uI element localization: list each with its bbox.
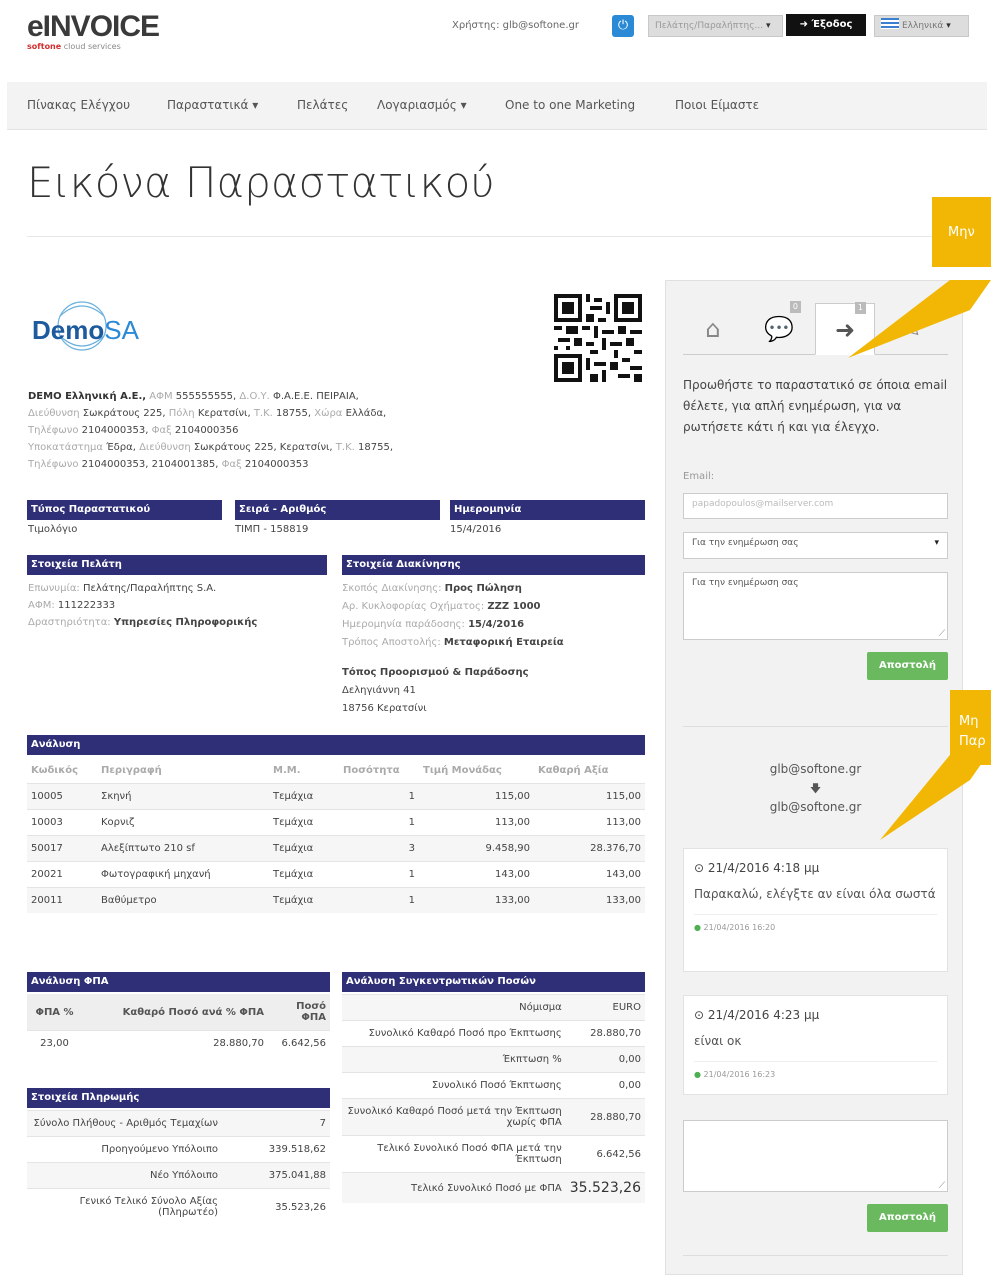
power-icon[interactable]: ⏻ <box>612 15 634 37</box>
shipping-details: Σκοπός Διακίνησης: Προς Πώληση Αρ. Κυκλο… <box>342 583 564 714</box>
message-time: ⊙ 21/4/2016 4:23 μμ <box>694 1008 820 1022</box>
company-details: DEMO Ελληνική Α.Ε., ΑΦΜ 555555555, Δ.Ο.Υ… <box>28 388 548 473</box>
table-row: 20021 Φωτογραφική μηχανή Τεμάχια 1 143,00 143… <box>27 861 645 888</box>
items-table: Κωδικός Περιγραφή Μ.Μ. Ποσότητα Τιμή Μον… <box>27 758 645 913</box>
callout-box-2: Μη Παρ <box>950 690 991 765</box>
nav-item-documents[interactable]: Παραστατικά ▾ <box>167 98 258 112</box>
message-seen: ● 21/04/2016 16:23 <box>694 1061 937 1079</box>
comments-icon: 💬 <box>764 315 794 343</box>
doc-date-header: Ημερομηνία <box>450 500 645 520</box>
company-line-4: Υποκατάστημα Έδρα, Διεύθυνση Σωκράτους 2… <box>28 442 394 453</box>
callout-box-2-line2: Παρ <box>959 734 986 749</box>
items-table-header: Κωδικός Περιγραφή Μ.Μ. Ποσότητα Τιμή Μον… <box>31 765 609 776</box>
table-row: 50017 Αλεξίπτωτο 210 sf Τεμάχια 3 9.458,90 28… <box>27 835 645 862</box>
doc-date-value: 15/4/2016 <box>450 524 502 535</box>
panel-divider <box>683 1255 948 1256</box>
company-logo-sa: SA <box>104 315 139 345</box>
payment-table: Σύνολο Πλήθους - Αριθμός Τεμαχίων 7 Προηγ… <box>27 1110 330 1225</box>
doc-series-value: ΤΙΜΠ - 158819 <box>235 524 309 535</box>
analysis-header: Ανάλυση <box>27 735 645 755</box>
payment-header: Στοιχεία Πληρωμής <box>27 1088 330 1108</box>
doc-type-value: Τιμολόγιο <box>28 524 78 535</box>
home-icon: ⌂ <box>705 315 721 343</box>
eye-icon: ● <box>694 923 701 932</box>
message-time: ⊙ 21/4/2016 4:18 μμ <box>694 861 820 875</box>
callout-box-2-line1: Μη <box>959 714 979 729</box>
nav-item-marketing[interactable]: One to one Marketing <box>505 98 635 112</box>
tab-comments[interactable]: 💬 0 <box>749 301 809 355</box>
app-logo[interactable]: eINVOICE <box>27 10 160 44</box>
totals-header: Ανάλυση Συγκεντρωτικών Ποσών <box>342 972 645 992</box>
comments-badge: 0 <box>789 301 801 313</box>
shipping-header: Στοιχεία Διακίνησης <box>342 555 645 575</box>
reply-textarea[interactable]: ⟋ <box>683 1120 948 1192</box>
email-placeholder: papadopoulos@mailserver.com <box>692 499 834 509</box>
qr-code <box>554 294 642 382</box>
nav-item-customers[interactable]: Πελάτες <box>297 98 348 112</box>
message-seen: ● 21/04/2016 16:20 <box>694 914 937 932</box>
main-nav: Πίνακας Ελέγχου Παραστατικά ▾ Πελάτες Λο… <box>7 82 987 130</box>
nav-item-about[interactable]: Ποιοι Είμαστε <box>675 98 759 112</box>
tab-home[interactable]: ⌂ <box>683 303 743 355</box>
eye-icon: ● <box>694 1070 701 1079</box>
message-card: ⊙ 21/4/2016 4:23 μμ είναι οκ ● 21/04/201… <box>683 995 948 1095</box>
title-divider <box>27 236 982 237</box>
table-row: 10003 Κορνιζ Τεμάχια 1 113,00 113,00 <box>27 809 645 836</box>
company-line-5: Τηλέφωνο 2104000353, 2104001385, Φαξ 210… <box>28 459 309 470</box>
clock-icon: ⊙ <box>694 1008 705 1022</box>
chevron-down-icon: ▾ <box>766 21 771 31</box>
totals-table: Νόμισμα EURO Συνολικό Καθαρό Ποσό προ Έκπ… <box>342 994 645 1203</box>
callout-pointers <box>848 280 991 840</box>
clock-icon: ⊙ <box>694 861 705 875</box>
company-line-1: DEMO Ελληνική Α.Ε., ΑΦΜ 555555555, Δ.Ο.Υ… <box>28 391 359 402</box>
vat-table: ΦΠΑ % Καθαρό Ποσό ανά % ΦΠΑ Ποσό ΦΠΑ 23,… <box>27 994 330 1056</box>
doc-series-header: Σειρά - Αριθμός <box>235 500 440 520</box>
company-logo-demo: Demo <box>32 315 105 345</box>
chevron-down-icon: ▾ <box>946 21 951 31</box>
company-logo-text: DemoSA <box>32 315 139 346</box>
current-user-label: Χρήστης: glb@softone.gr <box>452 20 579 31</box>
email-label: Email: <box>683 471 715 482</box>
customer-header: Στοιχεία Πελάτη <box>27 555 327 575</box>
brand-name: softone <box>27 42 62 51</box>
doc-type-header: Τύπος Παραστατικού <box>27 500 222 520</box>
company-line-3: Τηλέφωνο 2104000353, Φαξ 2104000356 <box>28 425 239 436</box>
company-line-2: Διεύθυνση Σωκράτους 225, Πόλη Κερατσίνι,… <box>28 408 387 419</box>
nav-item-account[interactable]: Λογαριασμός ▾ <box>377 98 467 112</box>
purpose-select-value: Για την ενημέρωση σας <box>692 538 799 548</box>
message-card: ⊙ 21/4/2016 4:18 μμ Παρακαλώ, ελέγξτε αν… <box>683 848 948 972</box>
message-body: Παρακαλώ, ελέγξτε αν είναι όλα σωστά <box>694 887 936 901</box>
resize-handle-icon[interactable]: ⟋ <box>939 1181 945 1191</box>
language-label: Ελληνικά <box>902 21 944 31</box>
logout-icon: ➜ <box>799 19 808 30</box>
language-select[interactable]: Ελληνικά ▾ <box>874 15 969 37</box>
customer-select-value: Πελάτης/Παραλήπτης... <box>655 21 764 31</box>
vat-header: Ανάλυση ΦΠΑ <box>27 972 330 992</box>
logout-button[interactable]: ➜ Έξοδος <box>786 14 866 36</box>
callout-box-1: Μην <box>932 197 991 267</box>
message-body: είναι οκ <box>694 1034 742 1048</box>
greek-flag-icon <box>881 18 899 29</box>
app-logo-subtitle: softone cloud services <box>27 42 121 51</box>
page-title: Εικόνα Παραστατικού <box>27 158 495 207</box>
message-text: Για την ενημέρωση σας <box>692 578 799 588</box>
table-row: 10005 Σκηνή Τεμάχια 1 115,00 115,00 <box>27 783 645 810</box>
nav-item-dashboard[interactable]: Πίνακας Ελέγχου <box>27 98 130 112</box>
customer-details: Επωνυμία: Πελάτης/Παραλήπτης S.A. ΑΦΜ: 1… <box>28 583 258 628</box>
logout-label: Έξοδος <box>811 19 853 30</box>
reply-send-button[interactable]: Αποστολή <box>867 1204 948 1232</box>
customer-select[interactable]: Πελάτης/Παραλήπτης... ▾ <box>648 15 783 37</box>
table-row: 20011 Βαθύμετρο Τεμάχια 1 133,00 133,00 <box>27 887 645 913</box>
brand-tagline: cloud services <box>63 42 121 51</box>
